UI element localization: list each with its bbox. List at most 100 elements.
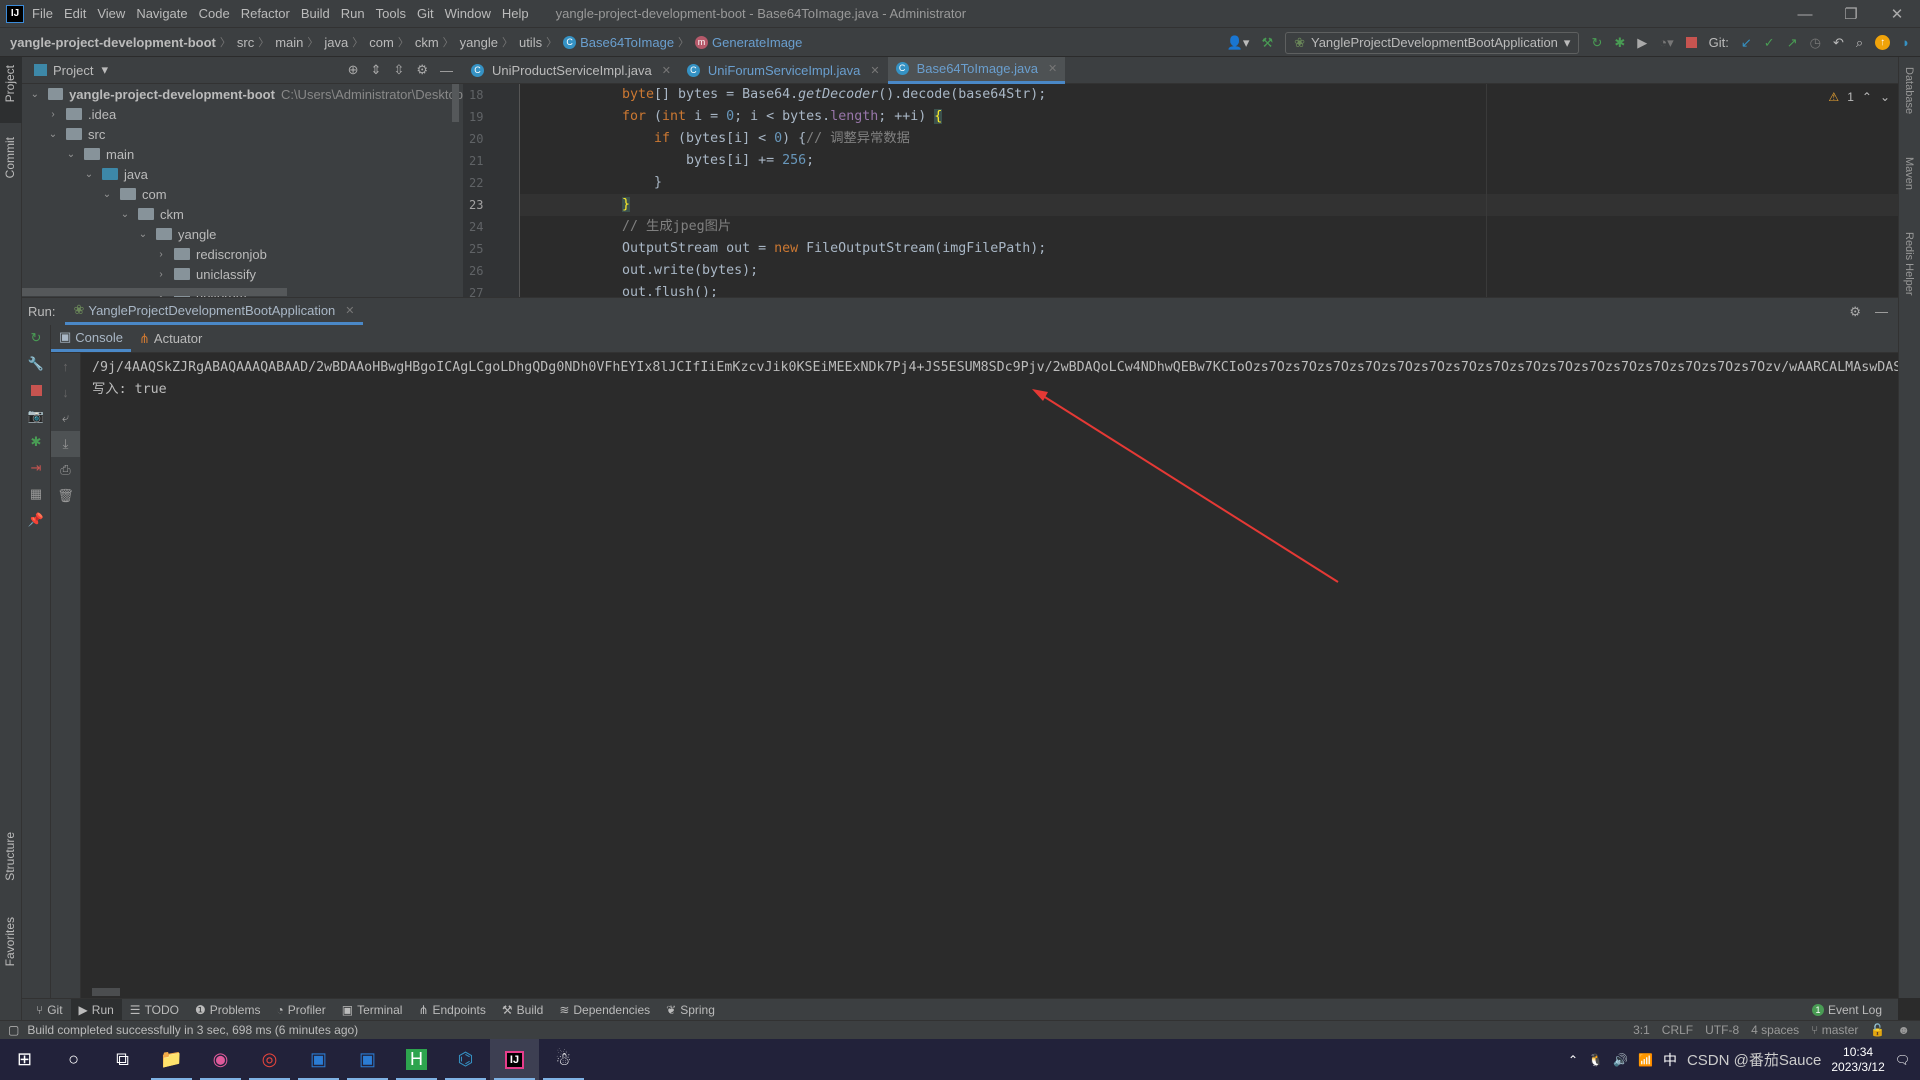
soft-wrap-icon[interactable]: ⤶ (51, 405, 80, 431)
code-editor[interactable]: byte[] bytes = Base64.getDecoder().decod… (520, 84, 1898, 297)
rerun-icon[interactable]: ↻ (1591, 35, 1602, 51)
structure-tool-tab[interactable]: Structure (3, 832, 17, 881)
stop-icon[interactable] (22, 377, 50, 403)
gear-icon[interactable]: ⚙ (416, 62, 428, 78)
breadcrumb-com[interactable]: com (369, 35, 394, 50)
git-tool-button[interactable]: ⑂ Git (28, 999, 71, 1021)
menu-refactor[interactable]: Refactor (241, 6, 290, 21)
up-arrow-icon[interactable]: ↑ (51, 353, 80, 379)
close-tab-icon[interactable]: ✕ (662, 64, 671, 77)
ime-indicator[interactable]: 中 (1663, 1050, 1677, 1070)
tab-actuator[interactable]: ⋔ Actuator (131, 325, 210, 352)
git-push-icon[interactable]: ↗ (1787, 35, 1798, 51)
next-highlight-icon[interactable]: ⌄ (1880, 90, 1890, 104)
trash-icon[interactable]: 🗑 (51, 483, 80, 509)
menu-run[interactable]: Run (341, 6, 365, 21)
console-output[interactable]: /9j/4AAQSkZJRgABAQAAAQABAAD/2wBDAAoHBwgH… (81, 353, 1898, 998)
chrome-icon[interactable]: ◎ (245, 1039, 294, 1080)
project-view-select[interactable]: Project (53, 63, 93, 78)
breadcrumb-project[interactable]: yangle-project-development-boot (10, 35, 216, 50)
tree-node[interactable]: › rediscronjob (22, 244, 463, 264)
inspector-icon[interactable]: ☻ (1897, 1023, 1910, 1037)
menu-file[interactable]: File (32, 6, 53, 21)
down-arrow-icon[interactable]: ↓ (51, 379, 80, 405)
breadcrumb-class[interactable]: Base64ToImage (580, 35, 674, 50)
dependencies-tool-button[interactable]: ≋ Dependencies (551, 999, 658, 1021)
expand-all-icon[interactable]: ⇕ (371, 62, 382, 78)
commit-tool-tab[interactable]: Commit (3, 137, 17, 178)
git-branch[interactable]: ⑂ master (1811, 1023, 1858, 1037)
task-view-button[interactable]: ⧉ (98, 1039, 147, 1080)
tree-node[interactable]: ⌄ main (22, 144, 463, 164)
tab-uniforumserviceimpl[interactable]: C UniForumServiceImpl.java ✕ (679, 57, 888, 84)
profile-icon[interactable]: ◔▾ (1659, 35, 1673, 51)
plugin-icon[interactable]: ◗ (1902, 35, 1910, 50)
favorites-tool-tab[interactable]: Favorites (3, 917, 17, 966)
breadcrumb-yangle[interactable]: yangle (460, 35, 498, 50)
user-icon[interactable]: 👤▾ (1227, 35, 1250, 51)
breadcrumb-ckm[interactable]: ckm (415, 35, 439, 50)
endpoints-tool-button[interactable]: ⋔ Endpoints (410, 999, 493, 1021)
breadcrumb-method[interactable]: GenerateImage (712, 35, 802, 50)
clock[interactable]: 10:34 2023/3/12 (1831, 1045, 1884, 1075)
layout-icon[interactable]: ▦ (22, 481, 50, 507)
notification-icon[interactable]: 🗨 (1895, 1053, 1910, 1067)
gear-icon[interactable]: ⚙ (1849, 304, 1861, 320)
breadcrumb-main[interactable]: main (275, 35, 303, 50)
vertical-scrollbar[interactable] (452, 84, 459, 122)
menu-tools[interactable]: Tools (376, 6, 406, 21)
rollback-icon[interactable]: ↶ (1833, 35, 1844, 51)
hide-icon[interactable]: — (440, 63, 453, 78)
close-tab-icon[interactable]: ✕ (1048, 62, 1057, 75)
tree-node[interactable]: › .idea (22, 104, 463, 124)
previous-highlight-icon[interactable]: ⌃ (1862, 90, 1872, 104)
hide-icon[interactable]: — (1875, 304, 1888, 319)
todo-tool-button[interactable]: ☰ TODO (122, 999, 187, 1021)
update-icon[interactable]: ↑ (1875, 35, 1891, 50)
debug-icon[interactable]: ✱ (22, 429, 50, 455)
tree-node-root[interactable]: ⌄ yangle-project-development-boot C:\Users… (22, 84, 463, 104)
horizontal-scrollbar[interactable] (22, 288, 287, 296)
line-ending[interactable]: CRLF (1662, 1023, 1693, 1037)
tree-node[interactable]: ⌄ com (22, 184, 463, 204)
git-history-icon[interactable]: ◷ (1810, 35, 1821, 51)
menu-build[interactable]: Build (301, 6, 330, 21)
exit-icon[interactable]: ⇥ (22, 455, 50, 481)
git-commit-icon[interactable]: ✓ (1764, 35, 1775, 51)
status-message[interactable]: Build completed successfully in 3 sec, 6… (27, 1023, 358, 1037)
wrench-icon[interactable]: 🔧 (22, 351, 50, 377)
event-log-button[interactable]: 1 Event Log (1804, 999, 1890, 1021)
tree-node[interactable]: › uniclassify (22, 264, 463, 284)
stop-icon[interactable] (1685, 37, 1697, 48)
camera-icon[interactable]: 📷 (22, 403, 50, 429)
menu-edit[interactable]: Edit (64, 6, 86, 21)
collapse-all-icon[interactable]: ⇳ (393, 62, 404, 78)
terminal-tool-button[interactable]: ▣ Terminal (334, 999, 411, 1021)
intellij-taskbar-icon[interactable]: IJ (490, 1039, 539, 1080)
search-button[interactable]: ○ (49, 1039, 98, 1080)
start-button[interactable]: ⊞ (0, 1039, 49, 1080)
app-window-icon[interactable]: ▣ (294, 1039, 343, 1080)
build-tool-button[interactable]: ⚒ Build (494, 999, 551, 1021)
run-tool-button[interactable]: ▶ Run (70, 998, 122, 1021)
caret-position[interactable]: 3:1 (1633, 1023, 1650, 1037)
run-configuration-select[interactable]: ❀ YangleProjectDevelopmentBootApplicatio… (1285, 31, 1580, 54)
debug-icon[interactable]: ✱ (1614, 35, 1625, 51)
breadcrumb-src[interactable]: src (237, 35, 254, 50)
tab-console[interactable]: ▣ Console (51, 325, 131, 352)
lock-icon[interactable]: 🔓 (1870, 1023, 1885, 1037)
menu-view[interactable]: View (97, 6, 125, 21)
tree-node[interactable]: ⌄ yangle (22, 224, 463, 244)
minimize-button[interactable]: — (1782, 6, 1828, 23)
network-icon[interactable]: 📶 (1638, 1053, 1653, 1067)
git-update-icon[interactable]: ↙ (1741, 35, 1752, 51)
chevron-down-icon[interactable]: ▾ (101, 62, 108, 78)
build-hammer-icon[interactable]: ⚒ (1261, 35, 1273, 51)
spring-tool-button[interactable]: ❦ Spring (658, 999, 723, 1021)
problems-tool-button[interactable]: ❶ Problems (187, 999, 268, 1021)
menu-git[interactable]: Git (417, 6, 434, 21)
coverage-icon[interactable]: ▶ (1637, 35, 1647, 51)
menu-navigate[interactable]: Navigate (136, 6, 187, 21)
close-tab-icon[interactable]: ✕ (870, 64, 879, 77)
breadcrumb-java[interactable]: java (324, 35, 348, 50)
